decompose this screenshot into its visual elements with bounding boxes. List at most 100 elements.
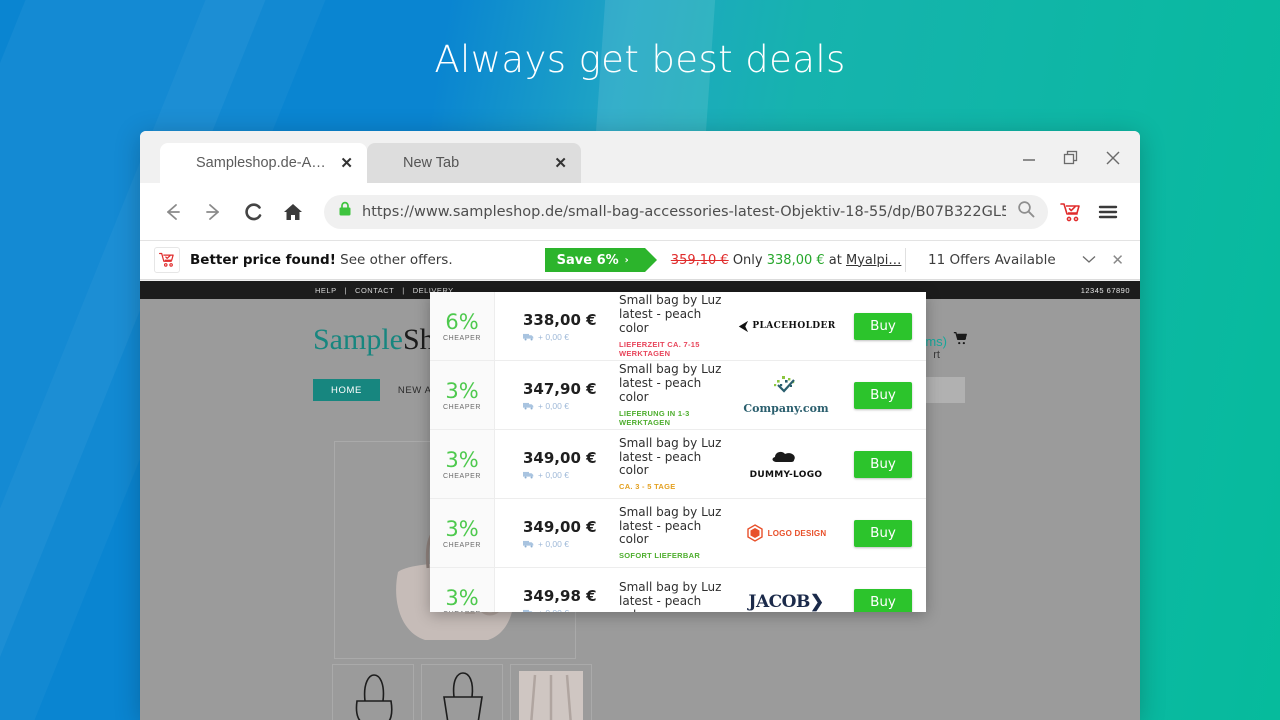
minimize-icon[interactable] — [1016, 145, 1042, 171]
nav-item-home[interactable]: HOME — [313, 379, 380, 401]
offer-title-line1: Small bag by Luz — [619, 362, 722, 377]
offer-discount-label: CHEAPER — [442, 473, 482, 480]
offer-discount-percent: 6% — [445, 310, 479, 334]
lock-icon — [338, 201, 352, 222]
page-title: Always get best deals — [434, 38, 846, 81]
address-bar[interactable]: https://www.sampleshop.de/small-bag-acce… — [324, 194, 1048, 229]
offer-discount-percent: 3% — [445, 379, 479, 403]
truck-icon — [523, 402, 534, 410]
cart-subtext: rt — [933, 349, 940, 361]
offer-merchant-logo: DUMMY-LOGO — [732, 430, 840, 498]
offer-discount-percent: 3% — [445, 448, 479, 472]
buy-button[interactable]: Buy — [854, 588, 912, 612]
price-notification-bar: Better price found! See other offers. Sa… — [140, 240, 1140, 280]
offer-price-block: 349,00 € + 0,00 € — [495, 430, 613, 498]
offer-availability: LIEFERZEIT CA. 7-15 WERKTAGEN — [619, 339, 700, 358]
cart-extension-icon[interactable] — [1054, 196, 1086, 228]
buy-button[interactable]: Buy — [854, 312, 912, 340]
product-thumbnail[interactable] — [510, 664, 592, 720]
tab-title: New Tab — [403, 155, 460, 171]
buy-button[interactable]: Buy — [854, 519, 912, 547]
product-thumbnail[interactable] — [421, 664, 503, 720]
topbar-separator: | — [344, 285, 348, 295]
offer-description: Small bag by Luz latest - peach color SO… — [613, 499, 732, 567]
offer-price: 338,00 € — [523, 310, 597, 329]
placeholder-logo-icon: PLACEHOLDER — [736, 320, 835, 333]
divider — [905, 248, 906, 272]
merchant-logo-text: Company.com — [743, 402, 829, 415]
restore-icon[interactable] — [1058, 145, 1084, 171]
offer-row[interactable]: 3% CHEAPER 349,98 € + 0,00 € Small bag b… — [430, 568, 926, 612]
offer-availability: SOFORT LIEFERBAR — [619, 551, 701, 561]
reload-icon[interactable] — [236, 195, 270, 229]
offer-row[interactable]: 3% CHEAPER 349,00 € + 0,00 € Small bag b… — [430, 430, 926, 499]
forward-arrow-icon[interactable] — [196, 195, 230, 229]
notification-message: Better price found! See other offers. — [190, 252, 453, 268]
hamburger-menu-icon[interactable] — [1092, 196, 1124, 228]
cart-check-icon — [154, 247, 180, 273]
offer-row[interactable]: 3% CHEAPER 349,00 € + 0,00 € Small bag b… — [430, 499, 926, 568]
offer-shipping: + 0,00 € — [523, 332, 613, 342]
offer-row[interactable]: 6% CHEAPER 338,00 € + 0,00 € Small bag b… — [430, 292, 926, 361]
browser-toolbar: https://www.sampleshop.de/small-bag-acce… — [140, 183, 1140, 240]
offer-title-line2: latest - peach color — [619, 376, 702, 404]
offer-description: Small bag by Luz latest - peach color LI… — [613, 292, 732, 360]
topbar-link-contact[interactable]: CONTACT — [355, 286, 394, 295]
offer-shipping-cost: + 0,00 € — [538, 469, 569, 480]
offer-price: 349,98 € — [523, 586, 597, 605]
offer-shipping-cost: + 0,00 € — [538, 400, 569, 411]
offer-buy-cell: Buy — [840, 430, 926, 498]
product-thumbnails — [332, 664, 592, 720]
search-icon[interactable] — [1016, 199, 1036, 224]
offer-merchant-logo: JACOB❯ — [732, 568, 840, 612]
topbar-link-help[interactable]: HELP — [315, 286, 337, 295]
tab-title: Sampleshop.de-AL-small... — [196, 155, 331, 171]
offer-title-line1: Small bag by Luz — [619, 580, 722, 595]
notification-headline: Better price found! — [190, 252, 336, 268]
offer-price: 349,00 € — [523, 448, 597, 467]
url-text: https://www.sampleshop.de/small-bag-acce… — [362, 203, 1006, 220]
tab-sampleshop[interactable]: Sampleshop.de-AL-small... ✕ — [160, 143, 367, 183]
offer-shipping-cost: + 0,00 € — [538, 538, 569, 549]
offer-discount-label: CHEAPER — [442, 542, 482, 549]
offer-discount-label: CHEAPER — [442, 335, 482, 342]
offer-shipping: + 0,00 € — [523, 608, 613, 613]
back-arrow-icon[interactable] — [156, 195, 190, 229]
offer-buy-cell: Buy — [840, 292, 926, 360]
merchant-link[interactable]: Myalpi… — [846, 253, 901, 268]
offer-title-line2: latest - peach color — [619, 518, 702, 547]
offer-row[interactable]: 3% CHEAPER 347,90 € + 0,00 € Small bag b… — [430, 361, 926, 430]
close-icon[interactable] — [1100, 145, 1126, 171]
offers-available-label: 11 Offers Available — [928, 252, 1056, 268]
offer-price-block: 349,00 € + 0,00 € — [495, 499, 613, 567]
buy-button[interactable]: Buy — [854, 381, 912, 409]
offer-shipping-cost: + 0,00 € — [538, 608, 569, 613]
save-badge[interactable]: Save 6% › — [544, 248, 657, 272]
offer-buy-cell: Buy — [840, 499, 926, 567]
offer-price: 349,00 € — [523, 517, 597, 536]
offer-title-line1: Small bag by Luz — [619, 293, 722, 308]
logo-design-icon: LOGO DESIGN — [746, 524, 827, 542]
save-badge-label: Save 6% — [556, 252, 619, 268]
offer-merchant-logo: Company.com — [732, 361, 840, 429]
tab-close-icon[interactable]: ✕ — [554, 156, 567, 171]
tab-close-icon[interactable]: ✕ — [340, 156, 353, 171]
offer-shipping: + 0,00 € — [523, 401, 613, 411]
at-label: at — [828, 252, 842, 268]
jacob-logo-text: JACOB❯ — [748, 592, 824, 612]
offer-shipping: + 0,00 € — [523, 539, 613, 549]
offer-merchant-logo: PLACEHOLDER — [732, 292, 840, 360]
buy-button[interactable]: Buy — [854, 450, 912, 478]
product-thumbnail[interactable] — [332, 664, 414, 720]
offer-discount: 6% CHEAPER — [430, 292, 495, 360]
tab-strip: Sampleshop.de-AL-small... ✕ New Tab ✕ — [140, 131, 1140, 183]
home-icon[interactable] — [276, 195, 310, 229]
offer-description: Small bag by Luz latest - peach color — [613, 568, 732, 612]
topbar-separator: | — [402, 285, 405, 295]
offers-available-toggle[interactable]: 11 Offers Available — [928, 252, 1096, 268]
notification-close-icon[interactable]: ✕ — [1111, 251, 1124, 269]
offer-title-line2: latest - peach color — [619, 307, 702, 335]
offer-price: 347,90 € — [523, 379, 597, 398]
tab-new-tab[interactable]: New Tab ✕ — [367, 143, 581, 183]
offer-title-line1: Small bag by Luz — [619, 504, 722, 519]
